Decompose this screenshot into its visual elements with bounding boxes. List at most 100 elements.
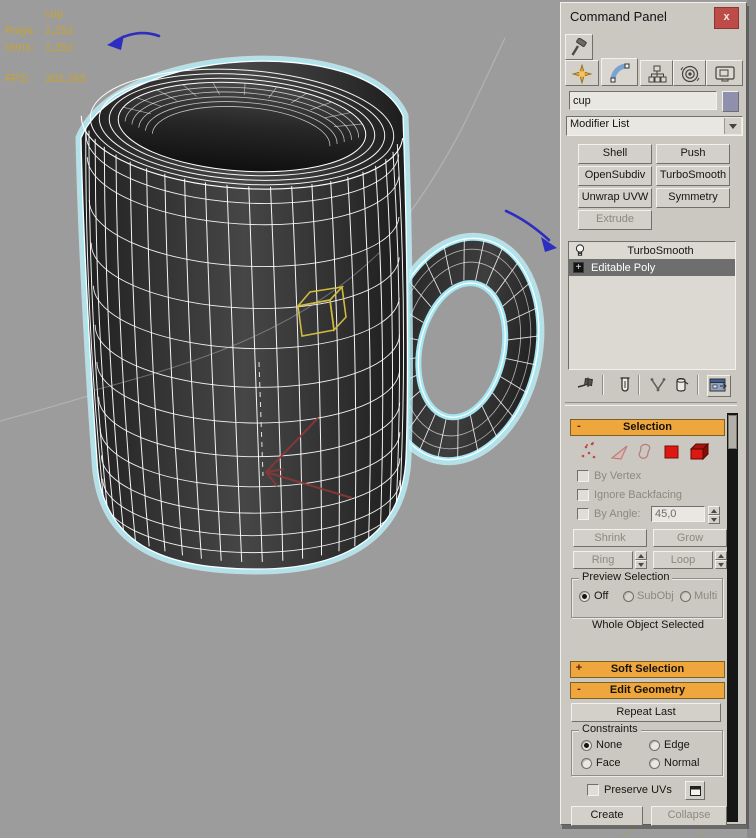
tab-display[interactable] bbox=[706, 60, 743, 86]
collapse-button[interactable]: Collapse bbox=[651, 806, 727, 826]
loop-button[interactable]: Loop bbox=[653, 551, 713, 569]
constraint-face-radio[interactable] bbox=[581, 758, 592, 769]
pin-stack-icon[interactable] bbox=[576, 376, 594, 394]
shrink-button[interactable]: Shrink bbox=[573, 529, 647, 547]
rollout-edit-geometry-header[interactable]: - Edit Geometry bbox=[570, 682, 725, 699]
command-panel: Command Panel x cup Modifier List Shell … bbox=[560, 2, 747, 826]
subobject-icon-row bbox=[581, 442, 710, 461]
preview-multi-label: Multi bbox=[694, 590, 718, 602]
stack-item-editable-poly[interactable]: + Editable Poly bbox=[569, 259, 735, 276]
tab-create[interactable] bbox=[565, 60, 599, 86]
panel-title: Command Panel bbox=[570, 9, 667, 24]
rollout-title: Edit Geometry bbox=[609, 684, 686, 696]
ignore-backfacing-checkbox[interactable] bbox=[577, 489, 589, 501]
stat-verts-label: Verts: bbox=[5, 42, 35, 54]
by-angle-checkbox[interactable] bbox=[577, 508, 589, 520]
constraint-normal-radio[interactable] bbox=[649, 758, 660, 769]
stack-item-label: Editable Poly bbox=[591, 261, 656, 274]
create-button[interactable]: Create bbox=[571, 806, 643, 826]
preview-subobj-label: SubObj bbox=[637, 590, 674, 602]
preserve-uvs-label: Preserve UVs bbox=[604, 784, 672, 796]
opensubdiv-button[interactable]: OpenSubdiv bbox=[578, 166, 652, 186]
push-button[interactable]: Push bbox=[656, 144, 730, 164]
extrude-button[interactable]: Extrude bbox=[578, 210, 652, 230]
scrollbar-thumb[interactable] bbox=[728, 415, 737, 449]
constraint-normal-label: Normal bbox=[664, 757, 700, 769]
rollout-selection-header[interactable]: - Selection bbox=[570, 419, 725, 436]
preview-selection-title: Preview Selection bbox=[579, 571, 673, 583]
element-icon[interactable] bbox=[689, 442, 710, 461]
constraint-edge-radio[interactable] bbox=[649, 740, 660, 751]
repeat-last-button[interactable]: Repeat Last bbox=[571, 703, 721, 722]
object-color-swatch[interactable] bbox=[722, 91, 739, 112]
motion-icon bbox=[680, 65, 699, 83]
constraints-title: Constraints bbox=[579, 723, 641, 735]
by-angle-label: By Angle: bbox=[594, 508, 641, 520]
desktop-edge-strip bbox=[747, 0, 756, 838]
panel-scrollbar[interactable] bbox=[727, 413, 738, 822]
close-icon[interactable]: x bbox=[714, 7, 739, 29]
create-icon bbox=[571, 63, 593, 85]
make-unique-icon[interactable] bbox=[649, 377, 669, 393]
stat-verts-value: 1,252 bbox=[45, 42, 74, 54]
divider bbox=[565, 402, 737, 406]
symmetry-button[interactable]: Symmetry bbox=[656, 188, 730, 208]
stack-toolbar bbox=[561, 372, 746, 399]
tab-modify[interactable] bbox=[601, 58, 638, 86]
rollout-title: Selection bbox=[623, 421, 672, 433]
lightbulb-icon[interactable] bbox=[574, 244, 586, 257]
ring-button[interactable]: Ring bbox=[573, 551, 633, 569]
ignore-backfacing-label: Ignore Backfacing bbox=[594, 489, 683, 501]
expand-icon: + bbox=[575, 662, 583, 674]
constraint-face-label: Face bbox=[596, 757, 621, 769]
vertex-icon[interactable] bbox=[581, 442, 596, 459]
by-angle-spinner[interactable] bbox=[708, 506, 720, 524]
preview-subobj-radio[interactable] bbox=[623, 591, 634, 602]
modifier-list-value: Modifier List bbox=[570, 118, 630, 130]
panel-titlebar[interactable]: Command Panel x bbox=[561, 3, 746, 31]
constraint-none-label: None bbox=[596, 739, 623, 751]
rollout-soft-selection-header[interactable]: + Soft Selection bbox=[570, 661, 725, 678]
shell-button[interactable]: Shell bbox=[578, 144, 652, 164]
object-name-field[interactable] bbox=[569, 91, 717, 110]
constraint-none-radio[interactable] bbox=[581, 740, 592, 751]
preview-off-label: Off bbox=[594, 590, 609, 602]
by-vertex-label: By Vertex bbox=[594, 470, 642, 482]
settings-window-icon bbox=[689, 785, 701, 796]
preserve-uvs-checkbox[interactable] bbox=[587, 784, 599, 796]
edge-icon[interactable] bbox=[610, 445, 628, 460]
screenshot-root: { "viewport": { "stats": { "object_name"… bbox=[0, 0, 756, 838]
by-angle-input[interactable] bbox=[651, 506, 705, 522]
tab-motion[interactable] bbox=[673, 60, 706, 86]
show-end-result-icon[interactable] bbox=[617, 376, 633, 394]
polygon-icon[interactable] bbox=[664, 445, 679, 459]
plus-box-icon[interactable]: + bbox=[573, 262, 584, 273]
tab-hierarchy[interactable] bbox=[640, 60, 673, 86]
border-icon[interactable] bbox=[638, 443, 651, 459]
ring-spinner[interactable] bbox=[635, 551, 647, 569]
preserve-uvs-settings-button[interactable] bbox=[685, 781, 705, 800]
stat-fps-label: FPS: bbox=[5, 73, 31, 85]
by-vertex-checkbox[interactable] bbox=[577, 470, 589, 482]
constraint-edge-label: Edge bbox=[664, 739, 690, 751]
tab-utilities[interactable] bbox=[565, 34, 593, 60]
modify-icon bbox=[610, 63, 629, 83]
hierarchy-icon bbox=[648, 65, 666, 83]
chevron-down-icon bbox=[724, 118, 741, 134]
stat-polys-value: 1,252 bbox=[45, 25, 74, 37]
stack-item-label: TurboSmooth bbox=[627, 244, 694, 257]
configure-modifier-sets-icon[interactable] bbox=[707, 375, 731, 397]
unwrap-uvw-button[interactable]: Unwrap UVW bbox=[578, 188, 652, 208]
loop-spinner[interactable] bbox=[715, 551, 727, 569]
grow-button[interactable]: Grow bbox=[653, 529, 727, 547]
collapse-icon: - bbox=[577, 420, 581, 432]
modifier-list-dropdown[interactable]: Modifier List bbox=[566, 116, 743, 136]
preview-multi-radio[interactable] bbox=[680, 591, 691, 602]
rollout-title: Soft Selection bbox=[610, 663, 685, 675]
preview-off-radio[interactable] bbox=[579, 591, 590, 602]
stat-object-name: cup bbox=[45, 8, 64, 20]
turbosmooth-button[interactable]: TurboSmooth bbox=[656, 166, 730, 186]
remove-modifier-icon[interactable] bbox=[673, 376, 689, 394]
stack-item-turbosmooth[interactable]: TurboSmooth bbox=[569, 242, 735, 259]
stat-polys-label: Polys: bbox=[5, 25, 37, 37]
